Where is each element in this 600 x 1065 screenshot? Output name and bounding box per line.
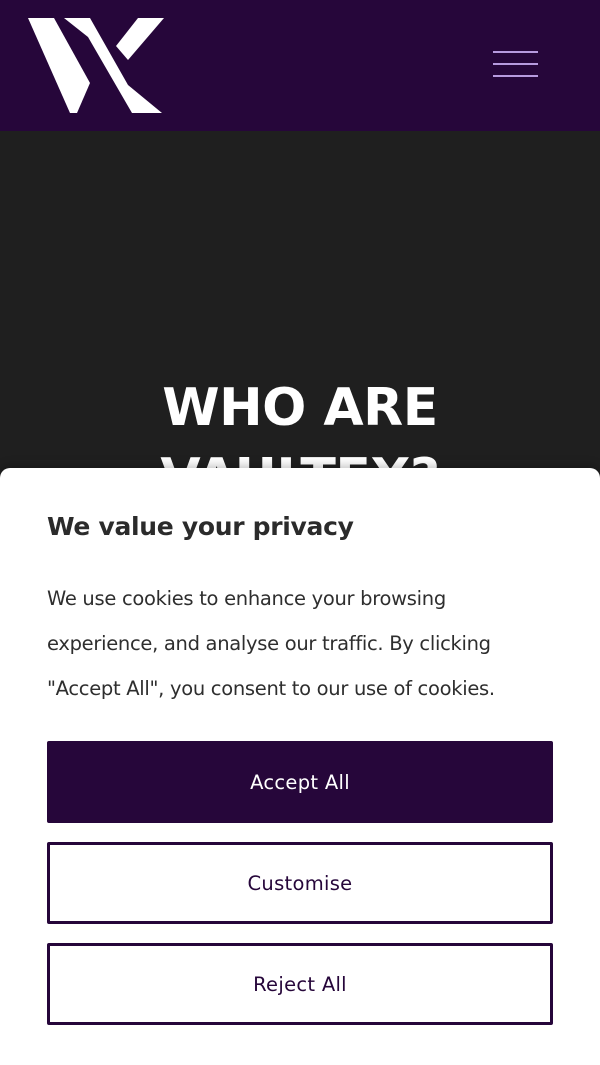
site-header [0,0,600,131]
menu-button[interactable] [488,42,544,86]
logo-link[interactable] [28,18,164,113]
accept-all-button[interactable]: Accept All [47,741,553,823]
customise-button[interactable]: Customise [47,842,553,924]
cookie-consent-panel: We value your privacy We use cookies to … [0,468,600,1065]
vx-logo-icon [28,18,164,113]
cookie-description: We use cookies to enhance your browsing … [47,587,495,700]
cookie-title: We value your privacy [47,512,354,541]
reject-all-button[interactable]: Reject All [47,943,553,1025]
hero-title-line-1: WHO ARE [162,378,438,438]
